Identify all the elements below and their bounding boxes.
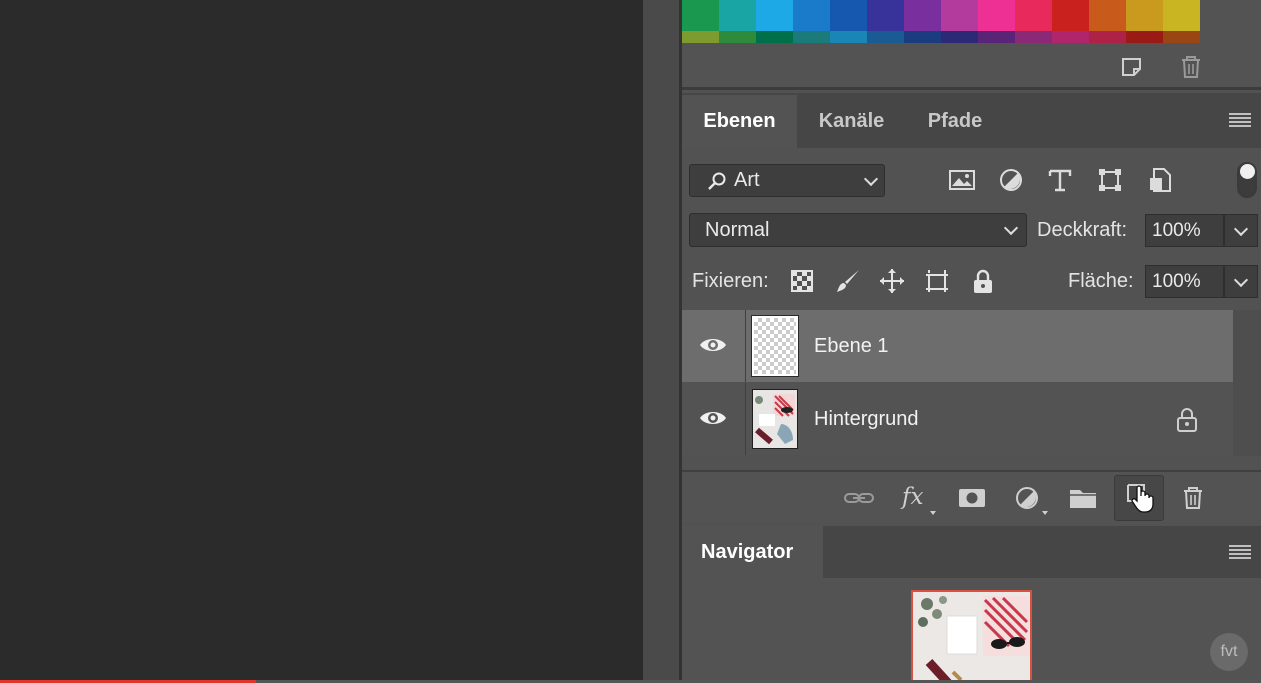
swatch[interactable]: [719, 0, 756, 31]
lock-icon[interactable]: [1175, 407, 1199, 433]
adjustment-submenu-indicator: [1042, 511, 1048, 515]
swatch[interactable]: [904, 31, 941, 43]
image-filter-icon[interactable]: [948, 166, 976, 194]
layer-thumbnail: [751, 315, 799, 377]
layers-list: Ebene 1 Hintergrund: [682, 310, 1233, 456]
swatch-row-primary: [682, 0, 1200, 31]
fx-submenu-indicator: [930, 511, 936, 515]
swatch[interactable]: [1015, 0, 1052, 31]
swatch[interactable]: [1052, 0, 1089, 31]
lock-position-icon[interactable]: [879, 268, 905, 294]
blend-mode-value: Normal: [705, 219, 770, 241]
swatch[interactable]: [978, 31, 1015, 43]
layer-name[interactable]: Ebene 1: [814, 310, 889, 382]
adjustment-filter-icon[interactable]: [997, 166, 1025, 194]
navigator-preview[interactable]: [911, 590, 1032, 683]
lock-brush-icon[interactable]: [835, 268, 861, 294]
layer-row-hintergrund[interactable]: Hintergrund: [682, 383, 1233, 455]
fill-dropdown-button[interactable]: [1224, 265, 1258, 298]
lock-all-icon[interactable]: [970, 268, 996, 294]
filter-toggle[interactable]: [1237, 162, 1257, 198]
layers-panel-tabs: Ebenen Kanäle Pfade: [682, 93, 1261, 148]
swatch[interactable]: [1089, 0, 1126, 31]
swatch[interactable]: [941, 31, 978, 43]
layer-filter-dropdown[interactable]: Art: [689, 164, 885, 197]
swatch[interactable]: [978, 0, 1015, 31]
new-layer-icon[interactable]: [1125, 484, 1154, 513]
chevron-down-icon: [863, 171, 879, 186]
divider: [745, 310, 746, 382]
new-swatch-icon[interactable]: [1119, 54, 1145, 80]
filter-kind-label: Art: [734, 169, 760, 191]
swatch[interactable]: [793, 31, 830, 43]
blend-mode-dropdown[interactable]: Normal: [689, 213, 1027, 247]
layers-scrollbar[interactable]: [1233, 310, 1261, 456]
shape-filter-icon[interactable]: [1096, 166, 1124, 194]
panel-menu-icon[interactable]: [1229, 545, 1251, 561]
opacity-input[interactable]: 100%: [1145, 214, 1224, 247]
navigator-panel-header: Navigator: [682, 526, 1261, 578]
tab-pfade[interactable]: Pfade: [906, 95, 1004, 148]
layers-toolbar: fx: [682, 470, 1261, 522]
folder-icon[interactable]: [1069, 485, 1097, 511]
swatch[interactable]: [904, 0, 941, 31]
layer-thumbnail: [752, 389, 798, 449]
swatch[interactable]: [719, 31, 756, 43]
layer-row-ebene-1[interactable]: Ebene 1: [682, 310, 1233, 382]
fill-label: Fläche:: [1068, 270, 1134, 292]
swatch[interactable]: [1052, 31, 1089, 43]
link-layers-icon[interactable]: [844, 485, 874, 511]
swatch[interactable]: [830, 31, 867, 43]
fx-icon[interactable]: fx: [902, 485, 930, 511]
chevron-down-icon: [1233, 221, 1249, 236]
swatch[interactable]: [1163, 0, 1200, 31]
tab-ebenen[interactable]: Ebenen: [682, 95, 797, 148]
trash-icon[interactable]: [1180, 485, 1208, 511]
swatch[interactable]: [941, 0, 978, 31]
swatch[interactable]: [1089, 31, 1126, 43]
lock-label: Fixieren:: [692, 270, 769, 292]
lock-artboard-icon[interactable]: [924, 268, 950, 294]
right-panel: Ebenen Kanäle Pfade Art Normal Deckkraft…: [682, 0, 1261, 683]
tab-kanaele[interactable]: Kanäle: [797, 95, 906, 148]
swatch[interactable]: [1163, 31, 1200, 43]
swatch[interactable]: [682, 0, 719, 31]
swatch[interactable]: [682, 31, 719, 43]
chevron-down-icon: [1003, 220, 1019, 236]
eye-icon[interactable]: [699, 408, 727, 428]
swatch[interactable]: [793, 0, 830, 31]
toggle-knob: [1240, 164, 1255, 179]
swatch[interactable]: [1126, 31, 1163, 43]
divider: [745, 383, 746, 455]
opacity-label: Deckkraft:: [1037, 219, 1128, 241]
panel-menu-icon[interactable]: [1229, 113, 1251, 129]
swatches-panel: [682, 0, 1261, 90]
opacity-dropdown-button[interactable]: [1224, 214, 1258, 247]
trash-icon[interactable]: [1178, 54, 1204, 80]
swatch[interactable]: [756, 0, 793, 31]
mask-icon[interactable]: [958, 485, 986, 511]
text-filter-icon[interactable]: [1046, 166, 1074, 194]
swatch-row-secondary: [682, 31, 1200, 43]
fill-input[interactable]: 100%: [1145, 265, 1224, 298]
document-canvas[interactable]: [0, 0, 643, 683]
panel-dock-gutter: [643, 0, 680, 683]
smartobject-filter-icon[interactable]: [1146, 166, 1174, 194]
swatch[interactable]: [867, 0, 904, 31]
search-icon: [707, 171, 727, 191]
swatch[interactable]: [1126, 0, 1163, 31]
swatch[interactable]: [1015, 31, 1052, 43]
tab-navigator[interactable]: Navigator: [682, 526, 823, 578]
chevron-down-icon: [1233, 272, 1249, 287]
watermark-badge: fvt: [1210, 633, 1248, 671]
eye-icon[interactable]: [699, 335, 727, 355]
swatch[interactable]: [867, 31, 904, 43]
layer-name[interactable]: Hintergrund: [814, 383, 919, 455]
adjustment-layer-icon[interactable]: [1014, 485, 1042, 511]
navigator-panel-body: [682, 578, 1261, 683]
swatch[interactable]: [756, 31, 793, 43]
swatch[interactable]: [830, 0, 867, 31]
lock-transparent-icon[interactable]: [789, 268, 815, 294]
